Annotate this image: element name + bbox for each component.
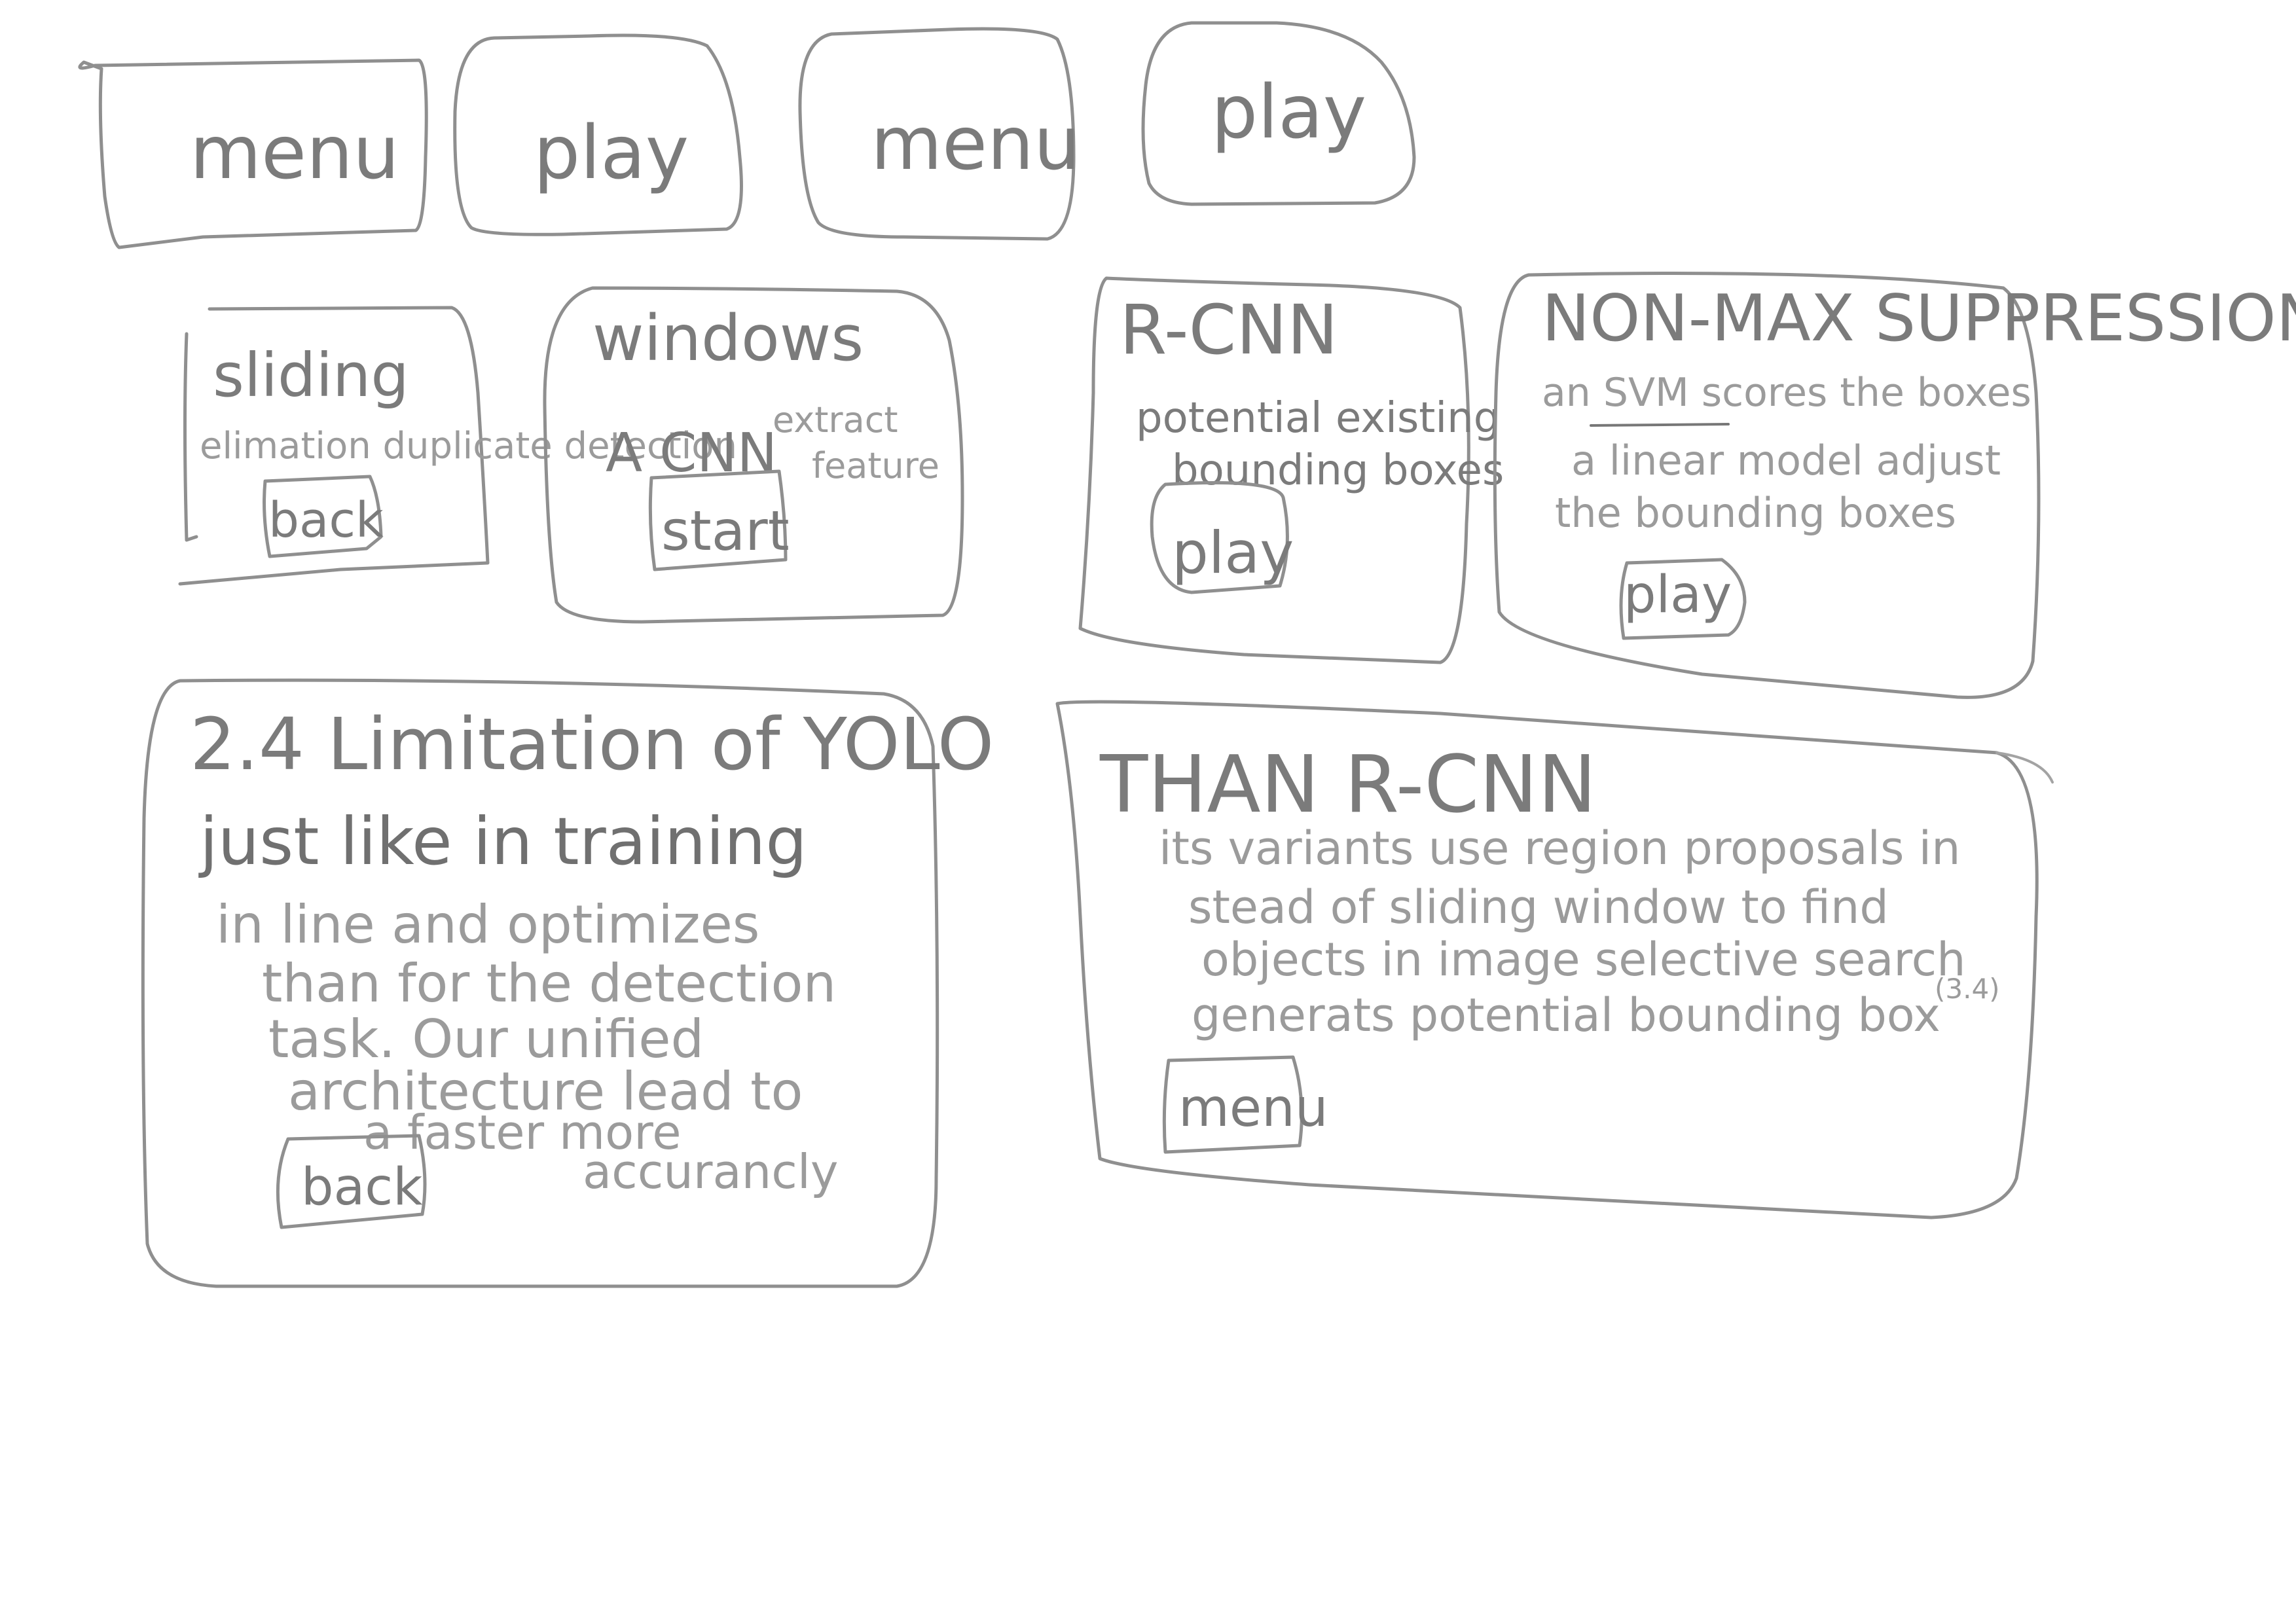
windows-card: windows A CNN extract feature start xyxy=(543,286,964,624)
than-rcnn-card-line3: objects in image selective search xyxy=(1201,933,1965,986)
rcnn-card-line2: bounding boxes xyxy=(1172,446,1504,495)
nonmax-card-title: NON-MAX SUPPRESSION xyxy=(1542,281,2296,356)
back-button-2-label: back xyxy=(301,1158,422,1217)
play-button-2-label: play xyxy=(1211,70,1366,155)
sliding-card-title: sliding xyxy=(213,340,409,410)
nonmax-card-line3: the bounding boxes xyxy=(1555,489,1956,537)
rcnn-card-title: R-CNN xyxy=(1120,290,1338,370)
than-rcnn-card-line2: stead of sliding window to find xyxy=(1188,880,1889,934)
than-rcnn-card-note: (3.4) xyxy=(1935,973,2000,1005)
yolo-card-line7: accurancly xyxy=(583,1144,838,1199)
play-button-1-label: play xyxy=(534,111,689,196)
menu-button-1[interactable]: menu xyxy=(78,58,428,249)
yolo-card-line2: in line and optimizes xyxy=(216,894,759,955)
play-button-2[interactable]: play xyxy=(1141,21,1416,206)
play-button-3-label: play xyxy=(1172,519,1294,586)
nonmax-card-line2: a linear model adjust xyxy=(1571,437,2001,484)
rcnn-card: R-CNN potential existing bounding boxes … xyxy=(1078,276,1504,664)
menu-button-2-label: menu xyxy=(871,101,1080,187)
play-button-1[interactable]: play xyxy=(453,33,743,236)
rcnn-card-line1: potential existing xyxy=(1136,394,1500,442)
back-button-1-label: back xyxy=(268,492,384,549)
than-rcnn-card: THAN R-CNN its variants use region propo… xyxy=(1055,700,2054,1219)
play-button-4[interactable]: play xyxy=(1619,558,1747,640)
yolo-card: 2.4 Limitation of YOLO just like in trai… xyxy=(141,678,994,1288)
yolo-card-line1: just like in training xyxy=(198,803,807,880)
play-button-3[interactable]: play xyxy=(1150,481,1294,594)
than-rcnn-card-line4: generats potential bounding box xyxy=(1192,988,1941,1042)
start-button[interactable]: start xyxy=(648,469,790,571)
play-button-4-label: play xyxy=(1624,566,1732,624)
menu-button-3[interactable]: menu xyxy=(1162,1055,1328,1154)
windows-card-title: windows xyxy=(592,302,864,375)
yolo-card-line3: than for the detection xyxy=(262,953,836,1014)
menu-button-3-label: menu xyxy=(1178,1077,1328,1138)
start-button-label: start xyxy=(661,499,790,563)
nonmax-card: NON-MAX SUPPRESSION an SVM scores the bo… xyxy=(1493,272,2296,699)
than-rcnn-card-line1: its variants use region proposals in xyxy=(1159,821,1961,875)
back-button-1[interactable]: back xyxy=(263,475,384,558)
menu-button-2[interactable]: menu xyxy=(798,27,1080,241)
windows-card-body-c: feature xyxy=(812,445,939,486)
windows-card-body-b: extract xyxy=(773,399,898,441)
than-rcnn-card-title: THAN R-CNN xyxy=(1099,740,1597,831)
sketch-canvas: menu play menu play sliding elimation du… xyxy=(78,21,2296,1288)
yolo-card-title: 2.4 Limitation of YOLO xyxy=(190,702,994,786)
nonmax-card-line1: an SVM scores the boxes xyxy=(1542,370,2032,416)
menu-button-1-label: menu xyxy=(190,111,399,196)
